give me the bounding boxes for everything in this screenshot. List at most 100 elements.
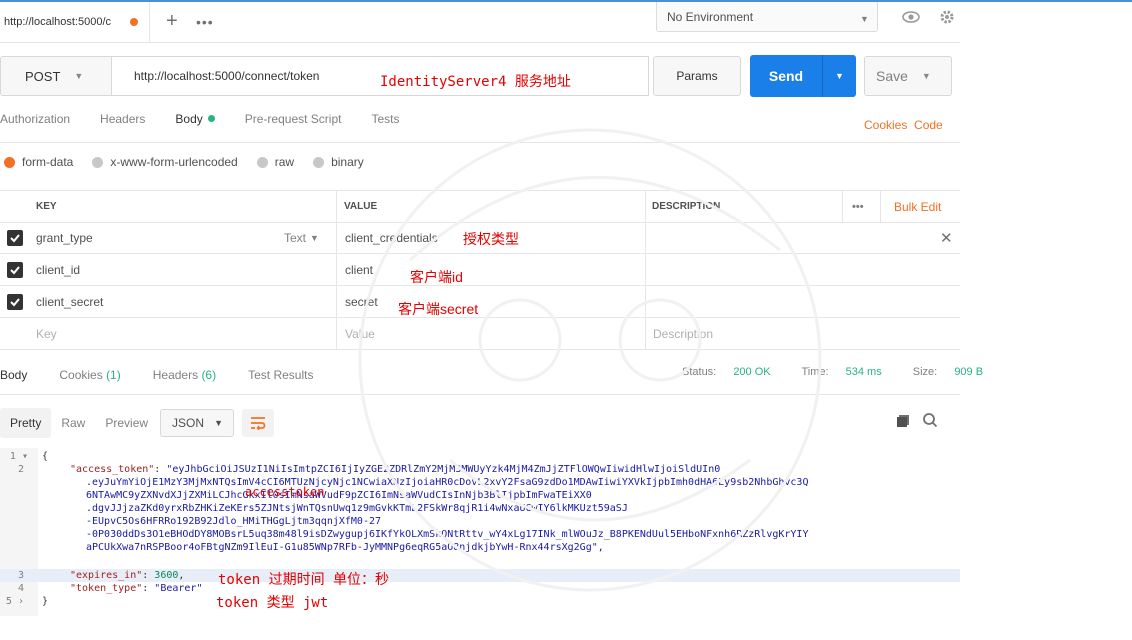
mode-raw[interactable]: raw bbox=[256, 155, 295, 169]
new-value-input[interactable]: Value bbox=[345, 318, 375, 349]
request-tab-label: http://localhost:5000/c bbox=[4, 16, 112, 28]
send-button[interactable]: Send ▼ bbox=[750, 55, 856, 97]
tab-label: Headers bbox=[152, 368, 199, 382]
row-checkbox[interactable] bbox=[7, 222, 23, 253]
code-close-brace: } bbox=[42, 596, 49, 607]
expires-annotation: token 过期时间 单位：秒 bbox=[218, 572, 390, 588]
chevron-down-icon: ▼ bbox=[214, 418, 223, 428]
code-line-token-type: "token_type": "Bearer" bbox=[70, 582, 202, 595]
tab-tests[interactable]: Tests bbox=[371, 112, 399, 136]
type-select[interactable]: Text ▼ bbox=[284, 222, 319, 253]
checkbox-checked-icon bbox=[7, 293, 23, 310]
tab-label: Cookies bbox=[59, 368, 103, 382]
mode-binary[interactable]: binary bbox=[313, 155, 364, 169]
mode-form-data[interactable]: form-data bbox=[4, 155, 73, 169]
column-divider bbox=[645, 286, 646, 317]
row-key[interactable]: client_id bbox=[36, 254, 80, 285]
copy-icon[interactable] bbox=[896, 414, 910, 428]
new-key-input[interactable]: Key bbox=[36, 318, 57, 349]
header-key: KEY bbox=[36, 201, 57, 212]
fold-icon[interactable]: ▾ bbox=[16, 451, 28, 462]
new-tab-button[interactable]: + bbox=[166, 10, 178, 32]
chevron-down-icon[interactable]: ▼ bbox=[922, 71, 931, 81]
colon: : bbox=[142, 570, 155, 581]
colon: : bbox=[142, 583, 155, 594]
tab-authorization[interactable]: Authorization bbox=[0, 112, 70, 136]
size-value: 909 B bbox=[954, 366, 984, 378]
chevron-down-icon: ▼ bbox=[860, 14, 869, 24]
environment-select[interactable]: No Environment bbox=[656, 2, 878, 32]
code-line-expires: "expires_in": 3600, bbox=[70, 569, 184, 582]
params-button[interactable]: Params bbox=[653, 56, 741, 96]
new-description-input[interactable]: Description bbox=[653, 318, 713, 349]
response-tab-body[interactable]: Body bbox=[0, 368, 27, 382]
search-icon[interactable] bbox=[922, 412, 938, 428]
send-options-chevron-icon[interactable]: ▼ bbox=[823, 71, 856, 81]
body-mode-group: form-data x-www-form-urlencoded raw bina… bbox=[4, 155, 383, 169]
row-key[interactable]: grant_type bbox=[36, 222, 93, 253]
fold-icon[interactable]: › bbox=[12, 596, 24, 607]
chevron-down-icon: ▼ bbox=[74, 71, 84, 81]
row-value[interactable]: client_credentials bbox=[345, 222, 438, 253]
access-token-annotation: accesstoken bbox=[245, 485, 325, 499]
method-select[interactable]: POST ▼ bbox=[0, 56, 112, 96]
response-tab-cookies[interactable]: Cookies (1) bbox=[59, 368, 120, 382]
radio-icon bbox=[256, 156, 268, 168]
close-icon[interactable]: ✕ bbox=[940, 229, 953, 247]
response-view-bar: Pretty Raw Preview JSON ▼ bbox=[0, 406, 960, 440]
token-continuation: .eyJuYmYiOjE1MzY3MjMxNTQsImV4cCI6MTUzNjc… bbox=[86, 477, 809, 488]
response-tab-test-results[interactable]: Test Results bbox=[248, 368, 313, 382]
mode-label: form-data bbox=[22, 155, 74, 169]
row-value[interactable]: client bbox=[345, 254, 373, 285]
request-tab[interactable]: http://localhost:5000/c bbox=[0, 2, 150, 42]
gear-icon[interactable] bbox=[938, 8, 956, 26]
response-code-view[interactable]: 1 ▾ 2 3 4 5 › { "access_token": "eyJhbGc… bbox=[0, 448, 960, 616]
token-type-annotation: token 类型 jwt bbox=[216, 595, 329, 611]
wrap-lines-button[interactable] bbox=[242, 409, 275, 437]
time-label: Time: bbox=[801, 366, 829, 378]
tab-body[interactable]: Body bbox=[175, 112, 215, 136]
mode-label: raw bbox=[274, 155, 295, 169]
row-key[interactable]: client_secret bbox=[36, 286, 103, 317]
new-param-row: Key Value Description bbox=[0, 318, 960, 350]
comma: , bbox=[178, 570, 185, 581]
response-tabs: Body Cookies (1) Headers (6) Test Result… bbox=[0, 368, 345, 382]
wrap-icon bbox=[251, 417, 266, 430]
mode-label: binary bbox=[331, 155, 364, 169]
view-raw-button[interactable]: Raw bbox=[51, 408, 95, 438]
save-button[interactable]: Save ▼ bbox=[864, 56, 952, 96]
view-preview-button[interactable]: Preview bbox=[95, 408, 158, 438]
tab-headers[interactable]: Headers bbox=[100, 112, 145, 136]
table-header-row: KEY VALUE DESCRIPTION ••• Bulk Edit bbox=[0, 190, 960, 223]
json-key: "token_type" bbox=[70, 583, 143, 594]
cookies-code-links[interactable]: Cookies Code bbox=[864, 118, 943, 132]
json-key: "access_token" bbox=[70, 464, 155, 475]
format-select[interactable]: JSON ▼ bbox=[160, 409, 235, 437]
table-row: grant_type Text ▼ client_credentials 授权类型… bbox=[0, 222, 960, 254]
column-divider bbox=[645, 191, 646, 222]
bulk-edit-link[interactable]: Bulk Edit bbox=[894, 191, 941, 222]
token-continuation: -0P030ddDs3O1eBHOdDY8MOBsrL5uq38m48l9isD… bbox=[86, 529, 809, 540]
token-continuation: aPCUkXwa7nRSPBoor4oFBtgNZm9IlEuI-G1u85WN… bbox=[86, 542, 604, 553]
tab-pre-request-script[interactable]: Pre-request Script bbox=[245, 112, 342, 136]
response-tab-headers[interactable]: Headers (6) bbox=[153, 368, 216, 382]
row-checkbox[interactable] bbox=[7, 254, 23, 285]
header-description: DESCRIPTION bbox=[652, 201, 721, 212]
row-checkbox[interactable] bbox=[7, 286, 23, 317]
time-value: 534 ms bbox=[845, 366, 882, 378]
column-divider bbox=[336, 286, 337, 317]
tab-more-button[interactable]: ••• bbox=[196, 14, 214, 30]
table-row: client_secret secret 客户端secret bbox=[0, 286, 960, 318]
token-continuation: -EUpvC5Os6HFRRo192B92Jdlo_HMiTHGgLjtm3qq… bbox=[86, 516, 382, 527]
radio-icon bbox=[92, 156, 104, 168]
eye-icon[interactable] bbox=[902, 8, 920, 26]
size-info: Size: 909 B bbox=[913, 366, 997, 378]
radio-selected-icon bbox=[4, 156, 15, 168]
tab-body-label: Body bbox=[175, 112, 203, 126]
mode-urlencoded[interactable]: x-www-form-urlencoded bbox=[92, 155, 238, 169]
environment-label: No Environment bbox=[667, 9, 754, 24]
table-more-button[interactable]: ••• bbox=[852, 191, 864, 222]
view-pretty-button[interactable]: Pretty bbox=[0, 408, 52, 438]
column-divider bbox=[336, 222, 337, 253]
row-value[interactable]: secret bbox=[345, 286, 378, 317]
